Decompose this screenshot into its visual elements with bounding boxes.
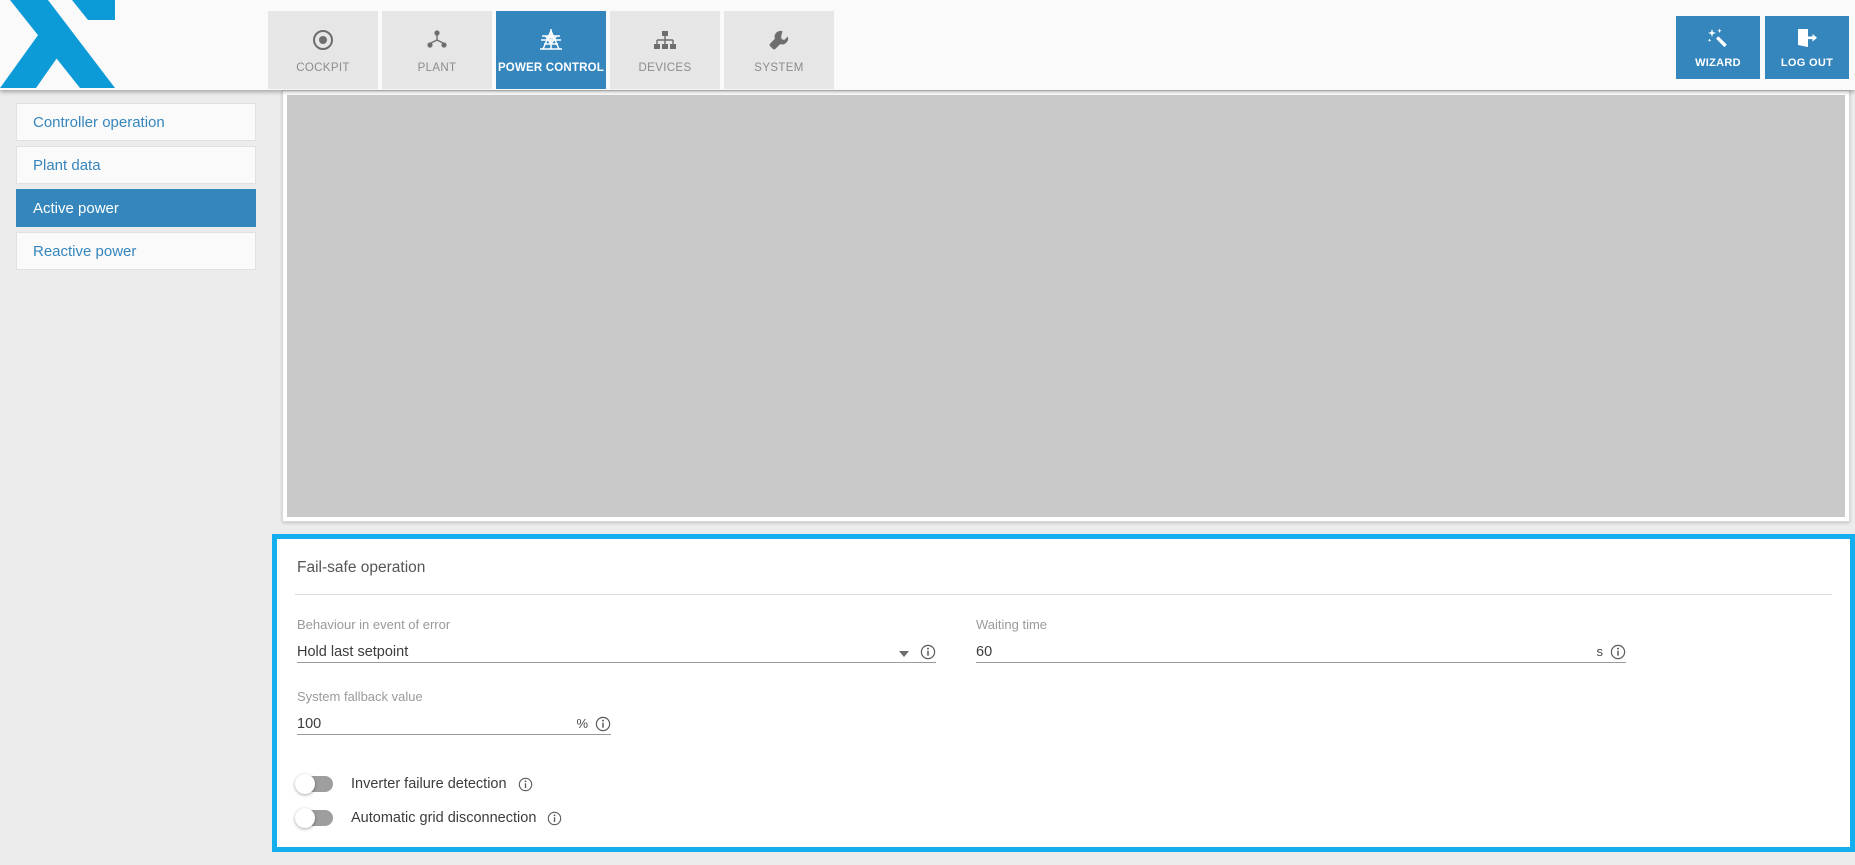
- tab-system-label: SYSTEM: [754, 61, 804, 74]
- system-fallback-input-wrap[interactable]: 100 %: [297, 710, 611, 735]
- fail-safe-operation-card: Fail-safe operation Behaviour in event o…: [272, 534, 1855, 852]
- tab-cockpit-label: COCKPIT: [296, 61, 350, 74]
- plant-network-icon: [425, 27, 449, 53]
- sidebar-item-label: Reactive power: [33, 242, 137, 260]
- magic-wand-icon: [1706, 26, 1730, 50]
- sidebar-item-active-power[interactable]: Active power: [16, 189, 256, 227]
- sidebar-item-reactive-power[interactable]: Reactive power: [16, 232, 256, 270]
- wrench-icon: [767, 27, 791, 53]
- inverter-failure-detection-label: Inverter failure detection: [351, 776, 507, 792]
- waiting-time-input[interactable]: 60: [976, 642, 1597, 662]
- sidebar-item-label: Active power: [33, 199, 119, 217]
- sidebar-item-controller-operation[interactable]: Controller operation: [16, 103, 256, 141]
- top-bar: COCKPIT PLANT POWER CONTROL DEVICES SYST…: [0, 0, 1855, 90]
- device-tree-icon: [652, 27, 678, 53]
- tab-devices-label: DEVICES: [638, 61, 692, 74]
- toggle-knob: [295, 774, 315, 794]
- fail-safe-title: Fail-safe operation: [297, 559, 426, 576]
- system-fallback-value-label: System fallback value: [297, 689, 423, 704]
- system-fallback-value-field: System fallback value 100 %: [297, 687, 611, 735]
- system-fallback-unit: %: [576, 716, 588, 731]
- wizard-label: WIZARD: [1695, 57, 1741, 69]
- logout-button[interactable]: LOG OUT: [1765, 16, 1849, 79]
- info-icon[interactable]: [547, 811, 562, 826]
- fail-safe-toggles: Inverter failure detection Automatic gri…: [277, 735, 1850, 833]
- waiting-time-unit: s: [1596, 644, 1604, 659]
- behaviour-field: Behaviour in event of error Hold last se…: [297, 615, 936, 663]
- logout-door-icon: [1795, 26, 1819, 50]
- behaviour-select[interactable]: Hold last setpoint: [297, 638, 936, 663]
- automatic-grid-disconnection-label: Automatic grid disconnection: [351, 810, 537, 826]
- inverter-failure-detection-row: Inverter failure detection: [295, 769, 1850, 799]
- form-row-spacer: [297, 663, 1830, 687]
- logout-label: LOG OUT: [1780, 57, 1834, 69]
- tab-cockpit[interactable]: COCKPIT: [268, 11, 378, 89]
- fail-safe-form: Behaviour in event of error Hold last se…: [277, 595, 1850, 735]
- sidebar-item-label: Plant data: [33, 156, 101, 174]
- waiting-time-label: Waiting time: [976, 617, 1048, 632]
- x-logo: [0, 0, 115, 88]
- transmission-tower-icon: [538, 27, 564, 53]
- target-icon: [312, 27, 334, 53]
- info-icon[interactable]: [518, 777, 533, 792]
- sidebar-item-label: Controller operation: [33, 113, 165, 131]
- main-content: Fail-safe operation Behaviour in event o…: [272, 90, 1855, 865]
- upper-content-panel: [282, 90, 1850, 522]
- info-icon[interactable]: [1610, 644, 1626, 660]
- tab-system[interactable]: SYSTEM: [724, 11, 834, 89]
- waiting-time-field: Waiting time 60 s: [976, 615, 1626, 663]
- tab-power-control-label: POWER CONTROL: [497, 61, 605, 74]
- tab-plant-label: PLANT: [417, 61, 457, 74]
- top-right-actions: WIZARD LOG OUT: [1676, 16, 1849, 79]
- system-fallback-input[interactable]: 100: [297, 714, 576, 734]
- waiting-time-input-wrap[interactable]: 60 s: [976, 638, 1626, 663]
- tab-power-control[interactable]: POWER CONTROL: [496, 11, 606, 89]
- sidebar: Controller operation Plant data Active p…: [0, 90, 272, 865]
- toggle-knob: [295, 808, 315, 828]
- info-icon[interactable]: [920, 644, 936, 660]
- form-row-2: System fallback value 100 %: [297, 687, 1830, 735]
- info-icon[interactable]: [595, 716, 611, 732]
- behaviour-value: Hold last setpoint: [297, 644, 409, 660]
- form-row-1: Behaviour in event of error Hold last se…: [297, 615, 1830, 663]
- app-root: COCKPIT PLANT POWER CONTROL DEVICES SYST…: [0, 0, 1855, 865]
- automatic-grid-disconnection-row: Automatic grid disconnection: [295, 803, 1850, 833]
- automatic-grid-disconnection-toggle[interactable]: [295, 808, 333, 828]
- chevron-down-icon[interactable]: [899, 651, 909, 657]
- inverter-failure-detection-toggle[interactable]: [295, 774, 333, 794]
- sidebar-item-plant-data[interactable]: Plant data: [16, 146, 256, 184]
- wizard-button[interactable]: WIZARD: [1676, 16, 1760, 79]
- behaviour-label: Behaviour in event of error: [297, 617, 451, 632]
- tab-devices[interactable]: DEVICES: [610, 11, 720, 89]
- main-tab-bar: COCKPIT PLANT POWER CONTROL DEVICES SYST…: [268, 11, 834, 89]
- blank-gray-area: [287, 95, 1845, 517]
- tab-plant[interactable]: PLANT: [382, 11, 492, 89]
